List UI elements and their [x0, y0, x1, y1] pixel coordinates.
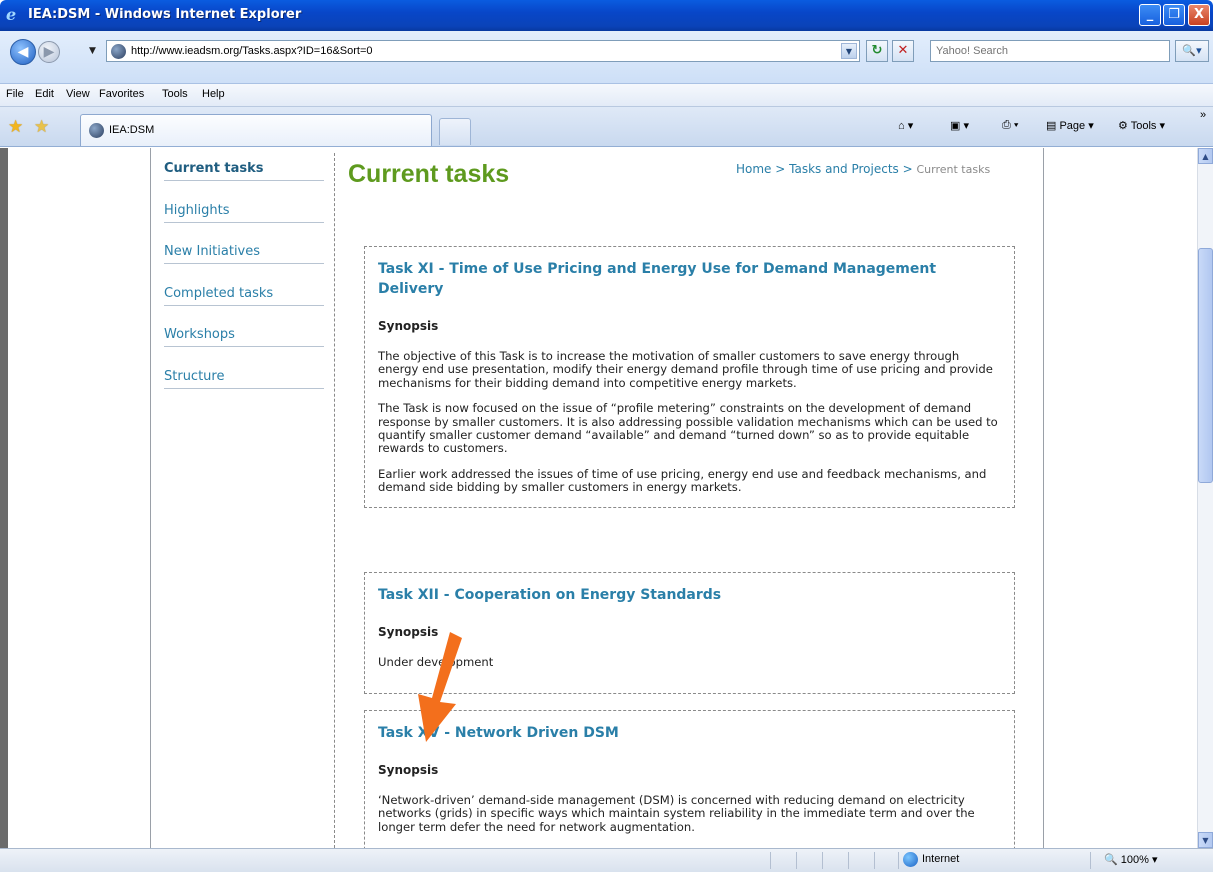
feeds-icon[interactable]: ▣ ▾	[950, 119, 969, 132]
tools-menu-button[interactable]: ⚙ Tools ▾	[1118, 119, 1165, 132]
scroll-down-icon[interactable]: ▼	[1198, 832, 1213, 848]
window-title-bar: e IEA:DSM - Windows Internet Explorer _ …	[0, 0, 1213, 31]
status-divider	[796, 852, 797, 869]
breadcrumb-home[interactable]: Home	[736, 162, 771, 176]
search-button[interactable]: 🔍▾	[1175, 40, 1209, 62]
page-content: Current tasks Highlights New Initiatives…	[0, 148, 1197, 848]
scroll-thumb[interactable]	[1198, 248, 1213, 483]
breadcrumb: Home > Tasks and Projects > Current task…	[736, 162, 990, 176]
address-dropdown-icon[interactable]: ▼	[841, 43, 857, 59]
left-navigation: Current tasks Highlights New Initiatives…	[164, 158, 324, 407]
vertical-scrollbar[interactable]: ▲ ▼	[1197, 148, 1213, 848]
nav-highlights[interactable]: Highlights	[164, 200, 324, 242]
task-paragraph: Under development	[378, 655, 494, 669]
tools-menu-label: Tools	[1130, 120, 1157, 132]
menu-tools[interactable]: Tools	[162, 88, 188, 100]
task-title-link[interactable]: Task XI - Time of Use Pricing and Energy…	[378, 259, 1001, 299]
home-icon[interactable]: ⌂ ▾	[898, 119, 913, 132]
menu-favorites[interactable]: Favorites	[99, 88, 144, 100]
tab-bar: ★ ★ IEA:DSM ⌂ ▾ ▣ ▾ ⎙ ▾ ▤ Page ▾ ⚙ Tools…	[0, 107, 1213, 147]
task-card: Task XI - Time of Use Pricing and Energy…	[364, 246, 1015, 508]
internet-zone-icon	[903, 852, 918, 867]
nav-current-tasks[interactable]: Current tasks	[164, 158, 324, 200]
close-button[interactable]: X	[1188, 4, 1210, 26]
task-paragraph: The objective of this Task is to increas…	[378, 349, 993, 390]
page-menu-button[interactable]: ▤ Page ▾	[1046, 119, 1094, 132]
scroll-up-icon[interactable]: ▲	[1198, 148, 1213, 164]
menu-edit[interactable]: Edit	[35, 88, 54, 100]
refresh-button[interactable]: ↻	[866, 40, 888, 62]
security-zone-label: Internet	[922, 853, 960, 865]
stop-button[interactable]: ✕	[892, 40, 914, 62]
address-url[interactable]: http://www.ieadsm.org/Tasks.aspx?ID=16&S…	[131, 45, 373, 57]
nav-new-initiatives[interactable]: New Initiatives	[164, 241, 324, 283]
breadcrumb-current: Current tasks	[916, 163, 991, 176]
nav-divider	[334, 153, 335, 848]
synopsis-heading: Synopsis	[378, 319, 439, 333]
status-bar: Internet 🔍 100% ▾	[0, 848, 1213, 872]
tab-favicon-icon	[89, 123, 104, 138]
synopsis-heading: Synopsis	[378, 625, 439, 639]
add-favorite-icon[interactable]: ★	[34, 117, 49, 137]
status-divider	[822, 852, 823, 869]
window-title: IEA:DSM - Windows Internet Explorer	[28, 7, 302, 22]
new-tab-button[interactable]	[439, 118, 471, 145]
page-menu-label: Page	[1059, 120, 1086, 132]
menu-file[interactable]: File	[6, 88, 24, 100]
status-divider	[848, 852, 849, 869]
task-paragraph: The Task is now focused on the issue of …	[378, 401, 998, 456]
nav-completed-tasks[interactable]: Completed tasks	[164, 283, 324, 325]
status-divider	[874, 852, 875, 869]
annotation-arrow-icon	[418, 632, 462, 742]
tab-iea-dsm[interactable]: IEA:DSM	[80, 114, 432, 146]
zoom-level-button[interactable]: 🔍 100% ▾	[1104, 853, 1157, 866]
status-divider	[898, 852, 899, 869]
synopsis-heading: Synopsis	[378, 763, 439, 777]
task-paragraph: ‘Network-driven’ demand-side management …	[378, 793, 975, 834]
task-title-link[interactable]: Task XII - Cooperation on Energy Standar…	[378, 585, 1001, 605]
tab-label: IEA:DSM	[109, 124, 155, 136]
recent-pages-dropdown-icon[interactable]: ▼	[89, 46, 96, 56]
task-paragraph: Earlier work addressed the issues of tim…	[378, 466, 987, 495]
status-divider	[1090, 852, 1091, 869]
chevron-more-icon[interactable]: »	[1200, 109, 1206, 121]
breadcrumb-separator: >	[771, 162, 790, 176]
task-title-link[interactable]: Task XV - Network Driven DSM	[378, 723, 1001, 743]
maximize-button[interactable]: ❐	[1163, 4, 1185, 26]
site-favicon-icon	[111, 44, 126, 59]
minimize-button[interactable]: _	[1139, 4, 1161, 26]
address-toolbar: ◀ ▶ ▼ http://www.ieadsm.org/Tasks.aspx?I…	[0, 31, 1213, 84]
status-divider	[770, 852, 771, 869]
menu-view[interactable]: View	[66, 88, 90, 100]
search-field[interactable]	[930, 40, 1170, 62]
search-input[interactable]	[931, 41, 1161, 61]
page-title: Current tasks	[348, 160, 510, 188]
address-bar[interactable]: http://www.ieadsm.org/Tasks.aspx?ID=16&S…	[106, 40, 860, 62]
ie-logo-icon: e	[6, 5, 17, 24]
nav-workshops[interactable]: Workshops	[164, 324, 324, 366]
zoom-level: 100%	[1120, 854, 1149, 866]
menu-bar: File Edit View Favorites Tools Help	[0, 84, 1213, 107]
breadcrumb-separator: >	[898, 162, 917, 176]
menu-help[interactable]: Help	[202, 88, 225, 100]
breadcrumb-section[interactable]: Tasks and Projects	[789, 162, 899, 176]
back-button[interactable]: ◀	[10, 39, 36, 65]
print-icon[interactable]: ⎙ ▾	[1002, 119, 1018, 132]
forward-button[interactable]: ▶	[38, 41, 60, 63]
favorites-center-icon[interactable]: ★	[8, 117, 23, 137]
nav-structure[interactable]: Structure	[164, 366, 324, 408]
